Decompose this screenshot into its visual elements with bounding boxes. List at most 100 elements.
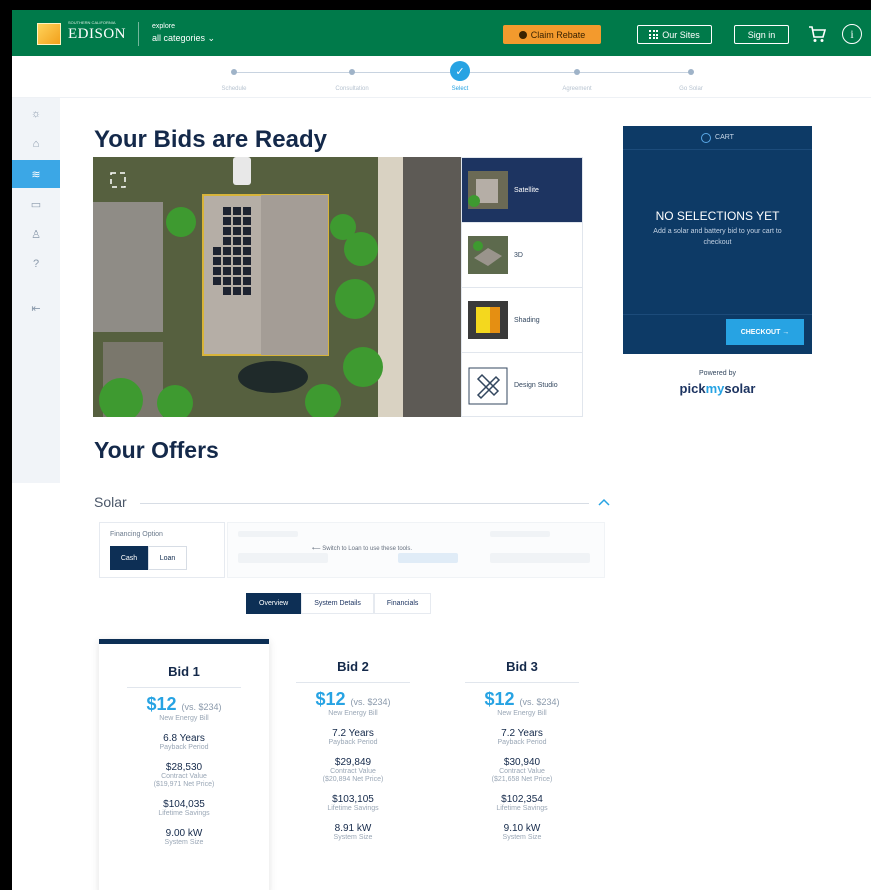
sign-in-button[interactable]: Sign in (734, 25, 789, 44)
tab-financials[interactable]: Financials (373, 593, 432, 614)
ghost-label (238, 531, 298, 537)
tab-overview[interactable]: Overview (246, 593, 302, 614)
view-3d[interactable]: 3D (462, 223, 582, 288)
folder-icon[interactable]: ▭ (12, 190, 60, 218)
step-label-agreement[interactable]: Agreement (562, 86, 591, 92)
step-current-check-icon[interactable]: ✓ (450, 61, 470, 81)
bid-title: Bid 2 (337, 659, 369, 674)
logo-part: solar (724, 381, 756, 396)
cart-circle-icon (701, 132, 712, 143)
powered-by-label: Powered by (699, 370, 736, 377)
bid-title: Bid 3 (506, 659, 538, 674)
sun-icon[interactable]: ☼ (12, 100, 60, 128)
bid-payback: 6.8 Years (163, 733, 205, 744)
claim-rebate-button[interactable]: Claim Rebate (503, 25, 601, 44)
bid-payback: 7.2 Years (332, 728, 374, 739)
home-icon[interactable]: ⌂ (12, 130, 60, 158)
bid-price-vs: (vs. $234) (350, 697, 391, 707)
bid-card[interactable]: Bid 1 $12 (vs. $234) New Energy Bill 6.8… (99, 639, 269, 890)
bid-savings: $103,105 (332, 794, 374, 805)
offers-title: Your Offers (94, 437, 219, 463)
cart-header-label: CART (715, 134, 734, 141)
loan-tools-disabled: ⟵ Switch to Loan to use these tools. (227, 522, 605, 578)
offer-tabs: Overview System Details Financials (246, 593, 432, 614)
brand-name[interactable]: EDISON (68, 26, 126, 43)
bid-card[interactable]: Bid 2 $12 (vs. $234) New Energy Bill 7.2… (268, 659, 438, 842)
view-label: Shading (514, 316, 540, 324)
category-dropdown[interactable]: all categories ⌄ (152, 33, 215, 44)
bid-title: Bid 1 (168, 664, 200, 679)
bid-divider (296, 682, 410, 683)
step-dot[interactable] (231, 69, 237, 75)
chevron-up-icon[interactable] (598, 497, 610, 509)
ghost-label (490, 531, 550, 537)
layers-icon[interactable]: ≋ (12, 160, 60, 188)
bid-payback-label: Payback Period (159, 744, 209, 751)
bid-price-label: New Energy Bill (159, 715, 209, 722)
stepper-line (234, 72, 457, 73)
bid-price-label: New Energy Bill (328, 710, 378, 717)
bid-net-price: ($20,894 Net Price) (322, 776, 384, 783)
step-label-select[interactable]: Select (452, 86, 469, 92)
loan-toggle[interactable]: Loan (148, 546, 187, 570)
explore-label: explore (152, 23, 175, 30)
bid-card[interactable]: Bid 3 $12 (vs. $234) New Energy Bill 7.2… (437, 659, 607, 842)
bid-price: $12 (vs. $234) (268, 689, 438, 710)
bid-size: 8.91 kW (334, 823, 372, 834)
bid-price: $12 (vs. $234) (99, 694, 269, 715)
bid-payback: 7.2 Years (501, 728, 543, 739)
edison-logo-icon[interactable] (37, 23, 61, 45)
checkout-button[interactable]: CHECKOUT → (726, 319, 804, 345)
satellite-roof-image[interactable] (93, 157, 461, 417)
view-label: Satellite (514, 186, 539, 194)
our-sites-label: Our Sites (662, 29, 700, 40)
bid-contract: $30,940 (503, 757, 541, 768)
view-label: Design Studio (514, 382, 558, 389)
bid-savings-label: Lifetime Savings (327, 805, 379, 812)
user-icon[interactable]: ♙ (12, 220, 60, 248)
step-dot[interactable] (688, 69, 694, 75)
bid-size-label: System Size (502, 834, 542, 841)
help-icon[interactable]: ? (12, 250, 60, 278)
logout-icon[interactable]: ⇤ (12, 294, 60, 322)
switch-to-loan-note: ⟵ Switch to Loan to use these tools. (312, 546, 412, 552)
view-shading[interactable]: Shading (462, 288, 582, 353)
view-selector: Satellite 3D Shading Design Studio (461, 157, 583, 417)
our-sites-button[interactable]: Our Sites (637, 25, 712, 44)
shopping-cart-icon[interactable] (807, 24, 827, 44)
step-dot[interactable] (349, 69, 355, 75)
section-divider (140, 503, 589, 504)
bid-price-label: New Energy Bill (497, 710, 547, 717)
ghost-slider (490, 553, 590, 563)
bid-net-price: ($19,971 Net Price) (153, 781, 215, 788)
view-satellite[interactable]: Satellite (462, 158, 582, 223)
cash-toggle[interactable]: Cash (110, 546, 148, 570)
financing-label: Financing Option (110, 531, 163, 538)
bid-size-label: System Size (333, 834, 373, 841)
cart-panel: CART NO SELECTIONS YET Add a solar and b… (623, 126, 812, 354)
solar-section-label: Solar (94, 494, 127, 510)
step-dot[interactable] (574, 69, 580, 75)
bid-net-price: ($21,658 Net Price) (491, 776, 553, 783)
left-sidebar: ☼ ⌂ ≋ ▭ ♙ ? ⇤ (12, 98, 60, 483)
info-icon[interactable]: i (842, 24, 862, 44)
pickmysolar-logo[interactable]: pickmysolar (623, 381, 812, 396)
bid-payback-label: Payback Period (497, 739, 547, 746)
bid-divider (465, 682, 579, 683)
step-label-schedule[interactable]: Schedule (221, 86, 246, 92)
step-label-consultation[interactable]: Consultation (335, 86, 368, 92)
tab-system-details[interactable]: System Details (301, 593, 374, 614)
bid-contract-label: Contract Value (161, 773, 207, 780)
bid-payback-label: Payback Period (328, 739, 378, 746)
satellite-thumbnail (468, 171, 508, 209)
view-design-studio[interactable]: Design Studio (462, 353, 582, 418)
cart-empty-title: NO SELECTIONS YET (655, 209, 780, 223)
top-header: SOUTHERN CALIFORNIA EDISON explore all c… (12, 10, 871, 56)
progress-stepper: ✓ Schedule Consultation Select Agreement… (12, 56, 871, 98)
logo-part: pick (679, 381, 706, 396)
bid-size: 9.10 kW (503, 823, 541, 834)
sign-in-label: Sign in (747, 29, 776, 40)
header-divider (138, 22, 139, 46)
step-label-go-solar[interactable]: Go Solar (679, 86, 703, 92)
bid-contract-label: Contract Value (330, 768, 376, 775)
